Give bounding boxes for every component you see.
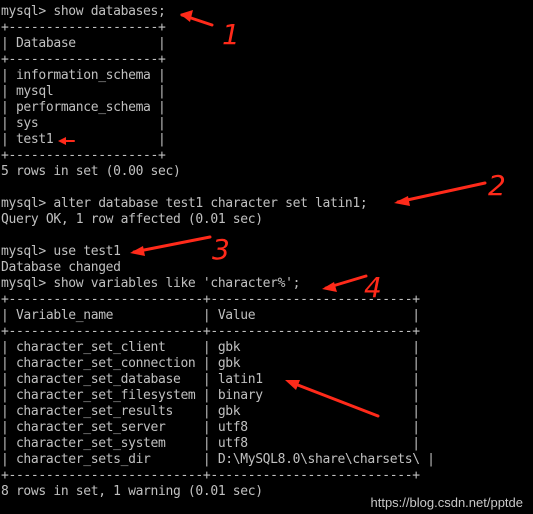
terminal-line: | character_set_client | gbk | bbox=[1, 340, 420, 355]
terminal-line: Query OK, 1 row affected (0.01 sec) bbox=[1, 212, 263, 227]
terminal-line: | character_sets_dir | D:\MySQL8.0\share… bbox=[1, 452, 435, 467]
terminal-line: mysql> use test1 bbox=[1, 244, 121, 259]
terminal-line: | character_set_database | latin1 | bbox=[1, 372, 420, 387]
terminal-line: | character_set_results | gbk | bbox=[1, 404, 420, 419]
terminal-line: +--------------------------+------------… bbox=[1, 468, 420, 483]
terminal-line: mysql> show variables like 'character%'; bbox=[1, 276, 301, 291]
terminal-line: | sys | bbox=[1, 116, 166, 131]
terminal-line: 8 rows in set, 1 warning (0.01 sec) bbox=[1, 484, 263, 499]
terminal-line: | character_set_server | utf8 | bbox=[1, 420, 420, 435]
watermark: https://blog.csdn.net/pptde bbox=[370, 495, 524, 510]
terminal-line: +--------------------+ bbox=[1, 52, 166, 67]
terminal-line: | character_set_connection | gbk | bbox=[1, 356, 420, 371]
terminal-line: Database changed bbox=[1, 260, 121, 275]
terminal-window[interactable]: mysql> show databases; +----------------… bbox=[0, 0, 533, 514]
terminal-line: | character_set_filesystem | binary | bbox=[1, 388, 420, 403]
terminal-line: 5 rows in set (0.00 sec) bbox=[1, 164, 181, 179]
terminal-line: | character_set_system | utf8 | bbox=[1, 436, 420, 451]
terminal-line: mysql> show databases; bbox=[1, 4, 166, 19]
terminal-line: +--------------------------+------------… bbox=[1, 292, 420, 307]
terminal-line: mysql> alter database test1 character se… bbox=[1, 196, 368, 211]
terminal-line: | test1 | bbox=[1, 132, 166, 147]
terminal-line: +--------------------+ bbox=[1, 148, 166, 163]
terminal-line: | mysql | bbox=[1, 84, 166, 99]
terminal-line: | performance_schema | bbox=[1, 100, 166, 115]
terminal-line: +--------------------------+------------… bbox=[1, 324, 420, 339]
terminal-line: | information_schema | bbox=[1, 68, 166, 83]
terminal-line: | Database | bbox=[1, 36, 166, 51]
terminal-line: +--------------------+ bbox=[1, 20, 166, 35]
terminal-line: | Variable_name | Value | bbox=[1, 308, 420, 323]
